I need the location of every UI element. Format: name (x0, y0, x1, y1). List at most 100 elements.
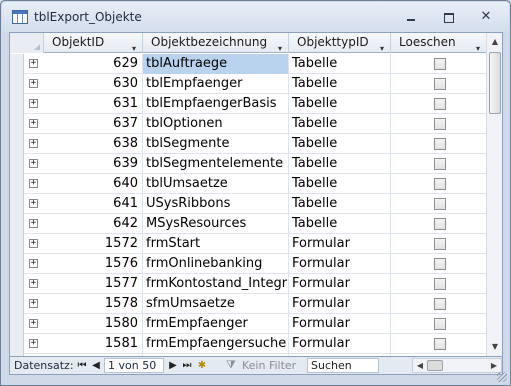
scroll-thumb[interactable] (489, 52, 501, 114)
horizontal-scrollbar[interactable]: ◀ ▶ (412, 358, 502, 373)
expand-plus-icon[interactable]: + (29, 239, 38, 248)
cell-objektbezeichnung[interactable]: frmEmpfaengersuche (143, 334, 289, 354)
row-selector[interactable] (10, 214, 24, 234)
cell-objektbezeichnung[interactable]: tblEmpfaenger (143, 74, 289, 94)
new-record-icon[interactable]: ✱ (196, 358, 208, 373)
row-selector[interactable] (10, 274, 24, 294)
row-selector[interactable] (10, 254, 24, 274)
row-selector[interactable] (10, 174, 24, 194)
loeschen-checkbox[interactable] (434, 338, 446, 350)
row-selector[interactable] (10, 74, 24, 94)
table-row[interactable]: +629 tblAuftraege Tabelle (10, 54, 486, 74)
column-header-objektid[interactable]: ObjektID ▾ (44, 33, 143, 53)
row-selector[interactable] (10, 134, 24, 154)
expand-plus-icon[interactable]: + (29, 339, 38, 348)
loeschen-checkbox[interactable] (434, 298, 446, 310)
cell-objekttypid[interactable]: Formular (289, 274, 391, 294)
cell-objektid[interactable]: 637 (44, 114, 143, 134)
expand-plus-icon[interactable]: + (29, 139, 38, 148)
scroll-up-icon[interactable]: ▲ (488, 35, 502, 49)
last-record-icon[interactable]: ⏭ (181, 358, 193, 373)
horizontal-scroll-thumb[interactable] (427, 360, 443, 371)
resize-grip-icon[interactable] (497, 372, 507, 382)
cell-objekttypid[interactable]: Tabelle (289, 74, 391, 94)
cell-objekttypid[interactable]: Tabelle (289, 134, 391, 154)
cell-objektbezeichnung[interactable]: tblSegmentelemente (143, 154, 289, 174)
close-button[interactable]: ✕ (474, 9, 498, 25)
cell-objektid[interactable]: 1581 (44, 334, 143, 354)
cell-objektid[interactable]: 629 (44, 54, 143, 74)
expand-plus-icon[interactable]: + (29, 79, 38, 88)
loeschen-checkbox[interactable] (434, 58, 446, 70)
row-selector[interactable] (10, 114, 24, 134)
loeschen-checkbox[interactable] (434, 178, 446, 190)
maximize-button[interactable] (436, 9, 460, 25)
table-row[interactable]: +642 MSysResources Tabelle (10, 214, 486, 234)
title-bar[interactable]: tblExport_Objekte ✕ (2, 2, 509, 32)
loeschen-checkbox[interactable] (434, 218, 446, 230)
cell-objektbezeichnung[interactable]: tblAuftraege (143, 54, 289, 74)
loeschen-checkbox[interactable] (434, 198, 446, 210)
cell-objektid[interactable]: 1577 (44, 274, 143, 294)
row-selector[interactable] (10, 94, 24, 114)
cell-objektbezeichnung[interactable]: tblUmsaetze (143, 174, 289, 194)
filter-status[interactable]: Kein Filter (242, 359, 296, 372)
previous-record-icon[interactable]: ◀ (90, 358, 102, 373)
table-row[interactable]: +638 tblSegmente Tabelle (10, 134, 486, 154)
cell-objekttypid[interactable]: Tabelle (289, 94, 391, 114)
loeschen-checkbox[interactable] (434, 138, 446, 150)
column-header-objektbezeichnung[interactable]: Objektbezeichnung ▾ (143, 33, 289, 53)
cell-objektbezeichnung[interactable]: tblSegmente (143, 134, 289, 154)
table-row[interactable]: +631 tblEmpfaengerBasis Tabelle (10, 94, 486, 114)
expand-plus-icon[interactable]: + (29, 199, 38, 208)
expand-plus-icon[interactable]: + (29, 319, 38, 328)
cell-objektid[interactable]: 638 (44, 134, 143, 154)
cell-objektbezeichnung[interactable]: frmOnlinebanking (143, 254, 289, 274)
cell-objektbezeichnung[interactable]: frmEmpfaenger (143, 314, 289, 334)
row-selector[interactable] (10, 234, 24, 254)
table-row[interactable]: +1581 frmEmpfaengersuche Formular (10, 334, 486, 354)
table-row[interactable]: +630 tblEmpfaenger Tabelle (10, 74, 486, 94)
expand-plus-icon[interactable]: + (29, 259, 38, 268)
search-input[interactable]: Suchen (307, 358, 379, 373)
scroll-left-icon[interactable]: ◀ (414, 359, 426, 372)
loeschen-checkbox[interactable] (434, 118, 446, 130)
cell-objektbezeichnung[interactable]: tblEmpfaengerBasis (143, 94, 289, 114)
minimize-button[interactable] (399, 9, 423, 25)
vertical-scrollbar[interactable]: ▲ ▼ (486, 33, 502, 356)
select-all-corner[interactable] (10, 33, 44, 53)
cell-objekttypid[interactable]: Formular (289, 334, 391, 354)
expand-plus-icon[interactable]: + (29, 99, 38, 108)
expand-plus-icon[interactable]: + (29, 299, 38, 308)
table-row[interactable]: +1577 frmKontostand_Integrie Formular (10, 274, 486, 294)
table-row[interactable]: +1572 frmStart Formular (10, 234, 486, 254)
row-selector[interactable] (10, 54, 24, 74)
table-row[interactable]: +640 tblUmsaetze Tabelle (10, 174, 486, 194)
next-record-icon[interactable]: ▶ (167, 358, 179, 373)
cell-objekttypid[interactable]: Tabelle (289, 174, 391, 194)
column-header-objekttypid[interactable]: ObjekttypID ▾ (289, 33, 391, 53)
cell-objekttypid[interactable]: Tabelle (289, 214, 391, 234)
cell-objekttypid[interactable]: Formular (289, 314, 391, 334)
cell-objektid[interactable]: 1578 (44, 294, 143, 314)
row-selector[interactable] (10, 154, 24, 174)
table-row[interactable]: +1580 frmEmpfaenger Formular (10, 314, 486, 334)
cell-objektid[interactable]: 640 (44, 174, 143, 194)
loeschen-checkbox[interactable] (434, 278, 446, 290)
cell-objekttypid[interactable]: Formular (289, 294, 391, 314)
row-selector[interactable] (10, 334, 24, 354)
expand-plus-icon[interactable]: + (29, 59, 38, 68)
cell-objektbezeichnung[interactable]: MSysResources (143, 214, 289, 234)
cell-objektid[interactable]: 639 (44, 154, 143, 174)
cell-objektid[interactable]: 631 (44, 94, 143, 114)
expand-plus-icon[interactable]: + (29, 179, 38, 188)
cell-objektbezeichnung[interactable]: frmStart (143, 234, 289, 254)
loeschen-checkbox[interactable] (434, 158, 446, 170)
cell-objektid[interactable]: 642 (44, 214, 143, 234)
cell-objekttypid[interactable]: Formular (289, 234, 391, 254)
expand-plus-icon[interactable]: + (29, 279, 38, 288)
table-row[interactable]: +641 USysRibbons Tabelle (10, 194, 486, 214)
cell-objekttypid[interactable]: Tabelle (289, 114, 391, 134)
row-selector[interactable] (10, 294, 24, 314)
expand-plus-icon[interactable]: + (29, 159, 38, 168)
